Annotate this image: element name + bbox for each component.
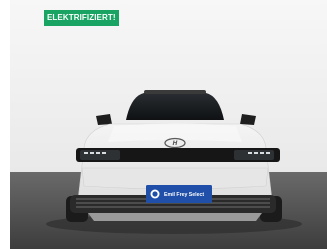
license-plate-text: Emil Frey Select — [164, 192, 204, 198]
left-headlight — [80, 150, 120, 160]
car-photo: H Emil Frey Select — [10, 0, 327, 249]
svg-text:H: H — [172, 140, 177, 147]
windshield — [126, 93, 224, 120]
skid-plate — [88, 213, 262, 221]
roof-rail — [144, 90, 206, 94]
electrified-badge: ELEKTRIFIZIERT! — [44, 10, 119, 26]
listing-image-viewer: H Emil Frey Select ELEKTRIFIZIERT! — [0, 0, 327, 249]
right-headlight — [234, 150, 274, 160]
